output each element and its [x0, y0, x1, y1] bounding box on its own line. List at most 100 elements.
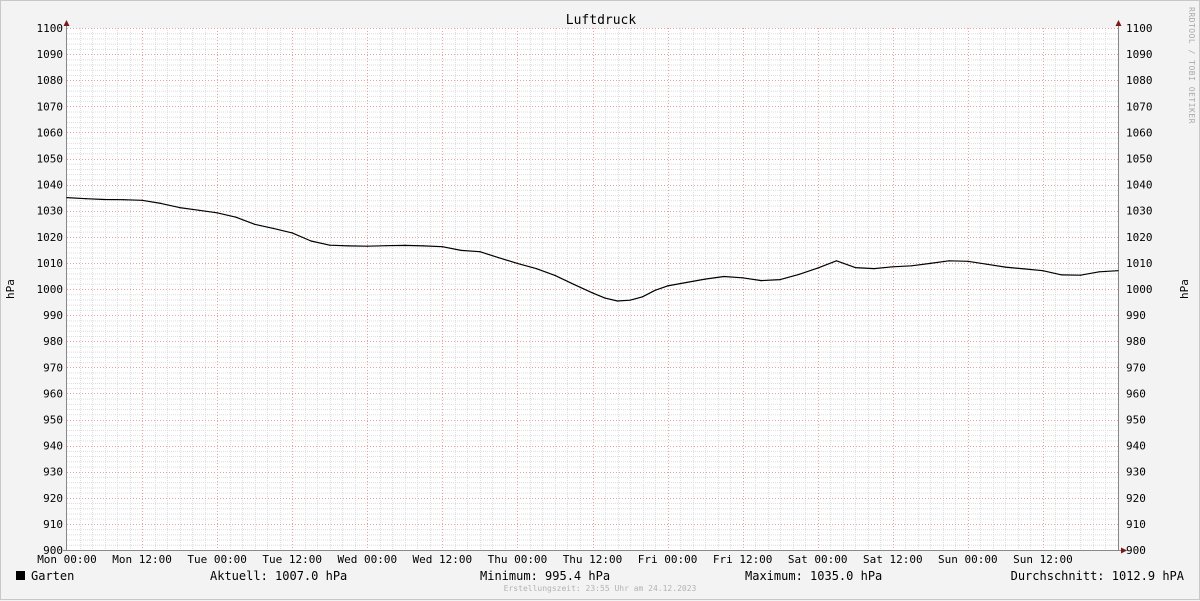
rrdtool-credit: RRDTOOL / TOBI OETIKER — [1187, 7, 1196, 124]
data-point — [554, 274, 556, 276]
y-tick-label: 960 — [43, 387, 63, 400]
stat-current-text: Aktuell: 1007.0 hPa — [210, 569, 348, 583]
data-point — [986, 263, 988, 265]
y-tick-label: 990 — [1126, 309, 1146, 322]
data-point — [629, 299, 631, 301]
stat-average: Durchschnitt: 1012.9 hPA — [1011, 568, 1184, 584]
data-point — [817, 267, 819, 269]
y-tick-label: 1080 — [37, 74, 64, 87]
y-tick-label: 940 — [1126, 440, 1146, 453]
y-tick-label: 930 — [1126, 466, 1146, 479]
stat-average-text: Durchschnitt: 1012.9 hPA — [1010, 569, 1184, 583]
y-tick-label: 940 — [43, 440, 63, 453]
data-point — [216, 212, 218, 214]
data-point — [423, 245, 425, 247]
x-tick-label: Mon 00:00 — [37, 553, 97, 566]
y-tick-label: 1010 — [1126, 257, 1153, 270]
data-point — [179, 207, 181, 209]
y-tick-label: 1000 — [37, 283, 64, 296]
y-tick-label: 1030 — [1126, 205, 1153, 218]
data-point — [604, 297, 606, 299]
data-point — [103, 198, 106, 201]
y-axis-arrow-right — [1115, 20, 1122, 26]
data-point — [1042, 270, 1044, 272]
data-point — [85, 198, 87, 200]
y-tick-label: 1020 — [37, 231, 64, 244]
data-point — [291, 232, 293, 234]
data-point — [66, 197, 68, 199]
x-tick-label: Sat 00:00 — [788, 553, 848, 566]
data-point — [591, 292, 594, 294]
y-tick-label: 1050 — [37, 153, 64, 166]
y-tick-label: 1070 — [1126, 100, 1153, 113]
data-point — [1079, 274, 1082, 276]
data-point — [760, 280, 763, 282]
data-point — [798, 273, 800, 275]
x-tick-label: Tue 00:00 — [187, 553, 247, 566]
x-tick-label: Fri 00:00 — [638, 553, 698, 566]
data-point — [347, 245, 350, 247]
x-tick-label: Sat 12:00 — [863, 553, 923, 566]
y-tick-label: 970 — [1126, 361, 1146, 374]
x-tick-label: Tue 12:00 — [262, 553, 322, 566]
chart-frame: Luftdruck 900 910 920 930 940 950 960 970 980 990… — [0, 0, 1200, 600]
data-point — [197, 209, 199, 211]
y-axis-label-right: hPa — [1178, 279, 1191, 299]
data-point — [1023, 268, 1025, 270]
y-tick-label: 1040 — [37, 179, 64, 192]
legend-swatch — [16, 571, 25, 580]
y-tick-label: 1040 — [1126, 179, 1153, 192]
data-point — [272, 227, 274, 229]
y-tick-label: 1020 — [1126, 231, 1153, 244]
y-tick-label: 910 — [1126, 518, 1146, 531]
data-point — [967, 260, 969, 262]
y-tick-label: 1100 — [1126, 22, 1153, 35]
creation-time: Erstellungszeit: 23:55 Uhr am 24.12.2023 — [503, 584, 697, 593]
data-point — [742, 277, 744, 279]
data-point — [616, 300, 619, 302]
y-tick-label: 1000 — [1126, 283, 1153, 296]
data-point — [385, 245, 387, 247]
y-tick-label: 920 — [43, 492, 63, 505]
data-point — [460, 249, 462, 251]
data-point — [835, 260, 838, 262]
y-tick-label: 950 — [1126, 414, 1146, 427]
stat-minimum: Minimum: 995.4 hPa — [480, 568, 610, 584]
stat-current: Aktuell: 1007.0 hPa — [210, 568, 347, 584]
y-tick-label: 990 — [43, 309, 63, 322]
stat-maximum-text: Maximum: 1035.0 hPa — [745, 569, 883, 583]
data-point — [516, 262, 519, 264]
y-tick-label: 950 — [43, 414, 63, 427]
y-tick-label: 1100 — [37, 22, 64, 35]
data-point — [723, 275, 725, 278]
data-point — [929, 262, 931, 264]
y-tick-label: 980 — [1126, 335, 1146, 348]
data-point — [873, 268, 875, 270]
data-point — [1061, 274, 1063, 276]
y-tick-label: 960 — [1126, 387, 1146, 400]
data-point — [704, 278, 706, 280]
y-tick-labels-right: 900 910 920 930 940 950 960 970 980 990 1000 1010 10… — [1126, 22, 1153, 557]
data-point — [892, 266, 894, 268]
data-point — [122, 199, 124, 201]
x-tick-label: Wed 12:00 — [413, 553, 473, 566]
y-tick-label: 1030 — [37, 205, 64, 218]
data-point — [141, 199, 143, 201]
data-point — [404, 244, 406, 246]
data-point — [479, 251, 481, 253]
pressure-chart: Luftdruck 900 910 920 930 940 950 960 970 980 990… — [4, 7, 1196, 566]
y-tick-label: 980 — [43, 335, 63, 348]
y-tick-label: 970 — [43, 361, 63, 374]
y-tick-label: 1060 — [1126, 126, 1153, 139]
legend-item-garten: Garten — [16, 568, 74, 584]
x-tick-label: Mon 12:00 — [112, 553, 172, 566]
data-point — [535, 268, 537, 270]
y-tick-label: 1070 — [37, 100, 64, 113]
legend-label: Garten — [31, 569, 75, 583]
x-tick-label: Thu 12:00 — [563, 553, 623, 566]
data-point — [160, 202, 162, 204]
y-tick-label: 930 — [43, 466, 63, 479]
x-tick-label: Thu 00:00 — [488, 553, 548, 566]
data-point — [441, 246, 443, 248]
data-point — [667, 285, 669, 287]
